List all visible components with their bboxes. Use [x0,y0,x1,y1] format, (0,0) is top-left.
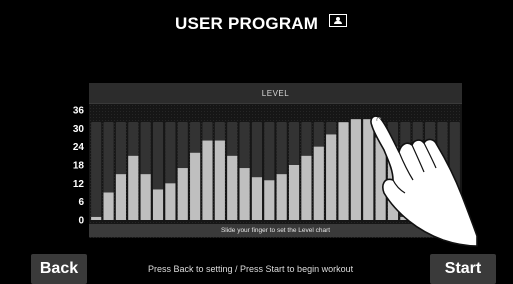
level-bar[interactable] [387,146,399,220]
level-bar[interactable] [425,216,436,220]
y-tick-label: 18 [73,161,85,172]
level-bar[interactable] [375,137,386,221]
level-bar[interactable] [276,174,287,220]
level-bar[interactable] [165,183,176,220]
level-bar[interactable] [190,152,201,220]
level-bar-track[interactable] [412,122,423,220]
level-bar[interactable] [437,216,448,220]
y-tick-label: 24 [73,142,85,153]
level-bar[interactable] [115,174,126,220]
level-bar[interactable] [91,216,102,220]
screen: USER PROGRAM LEVEL 0 6 12 18 24 30 36 Slide yo… [0,0,513,284]
level-chart[interactable]: 0 6 12 18 24 30 36 [0,0,513,284]
back-button[interactable]: Back [31,254,87,284]
chart-hint: Slide your finger to set the Level chart [89,224,462,237]
level-bar[interactable] [449,216,460,220]
level-bar[interactable] [202,140,213,220]
y-tick-label: 12 [73,179,85,190]
level-bar[interactable] [128,155,139,220]
y-tick-label: 0 [78,216,84,227]
level-bar[interactable] [338,122,349,220]
level-bar-track[interactable] [425,122,436,220]
footer-message: Press Back to setting / Press Start to b… [148,264,354,274]
y-tick-label: 30 [73,124,85,135]
level-bar[interactable] [264,180,275,220]
level-bar[interactable] [350,119,361,220]
level-bar[interactable] [214,140,225,220]
level-bar[interactable] [313,146,324,220]
level-bar[interactable] [326,134,337,220]
level-bar[interactable] [103,192,114,221]
level-bar-track[interactable] [437,122,448,220]
level-bar-track[interactable] [400,122,411,220]
level-bar-track[interactable] [449,122,460,220]
level-bar[interactable] [140,174,151,220]
level-bar[interactable] [363,119,374,220]
start-button[interactable]: Start [430,254,496,284]
level-bar[interactable] [227,155,238,220]
level-bar[interactable] [301,155,312,220]
level-bar-track[interactable] [91,122,102,220]
level-bar[interactable] [251,177,263,220]
level-bar[interactable] [177,168,188,220]
y-tick-label: 36 [73,106,85,117]
level-bar[interactable] [288,165,300,220]
level-bar[interactable] [412,216,423,220]
y-tick-label: 6 [78,197,84,208]
level-bar[interactable] [152,189,164,220]
level-bar[interactable] [239,168,250,220]
level-bar[interactable] [400,216,411,220]
